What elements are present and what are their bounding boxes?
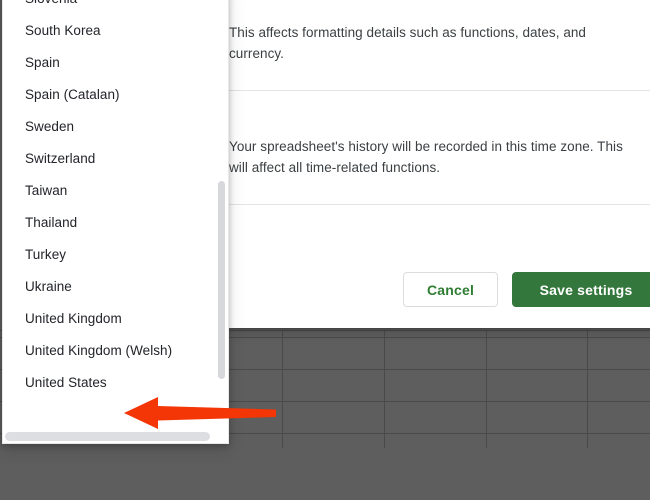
- country-option[interactable]: Turkey: [3, 239, 229, 271]
- dialog-divider: [229, 90, 650, 91]
- country-option[interactable]: South Korea: [3, 15, 229, 47]
- save-settings-button[interactable]: Save settings: [512, 272, 650, 307]
- country-option[interactable]: Sweden: [3, 111, 229, 143]
- timezone-section: Your spreadsheet's history will be recor…: [229, 136, 650, 178]
- country-option-list[interactable]: SloveniaSouth KoreaSpainSpain (Catalan)S…: [3, 0, 229, 399]
- country-option[interactable]: Switzerland: [3, 143, 229, 175]
- dialog-action-bar: Cancel Save settings: [229, 256, 650, 316]
- grid-col-line: [384, 330, 385, 448]
- grid-col-line: [486, 330, 487, 448]
- locale-country-dropdown[interactable]: SloveniaSouth KoreaSpainSpain (Catalan)S…: [2, 0, 229, 444]
- country-option[interactable]: United Kingdom: [3, 303, 229, 335]
- country-option[interactable]: Thailand: [3, 207, 229, 239]
- country-option[interactable]: United Kingdom (Welsh): [3, 335, 229, 367]
- dropdown-vertical-scrollbar-thumb[interactable]: [218, 181, 225, 379]
- grid-col-line: [587, 330, 588, 448]
- country-option[interactable]: Spain (Catalan): [3, 79, 229, 111]
- country-option[interactable]: Slovenia: [3, 0, 229, 15]
- country-option[interactable]: Taiwan: [3, 175, 229, 207]
- screen-root: This affects formatting details such as …: [0, 0, 650, 500]
- country-option[interactable]: United States: [3, 367, 229, 399]
- spreadsheet-settings-dialog: This affects formatting details such as …: [229, 0, 650, 328]
- dialog-divider: [229, 204, 650, 205]
- dropdown-horizontal-scrollbar-thumb[interactable]: [5, 432, 210, 441]
- grid-col-line: [282, 330, 283, 448]
- country-option[interactable]: Ukraine: [3, 271, 229, 303]
- spreadsheet-hscrollbar-track[interactable]: [0, 448, 650, 460]
- country-option[interactable]: Spain: [3, 47, 229, 79]
- locale-section: This affects formatting details such as …: [229, 22, 650, 64]
- cancel-button[interactable]: Cancel: [403, 272, 498, 307]
- locale-description: This affects formatting details such as …: [229, 22, 629, 64]
- timezone-description: Your spreadsheet's history will be recor…: [229, 136, 629, 178]
